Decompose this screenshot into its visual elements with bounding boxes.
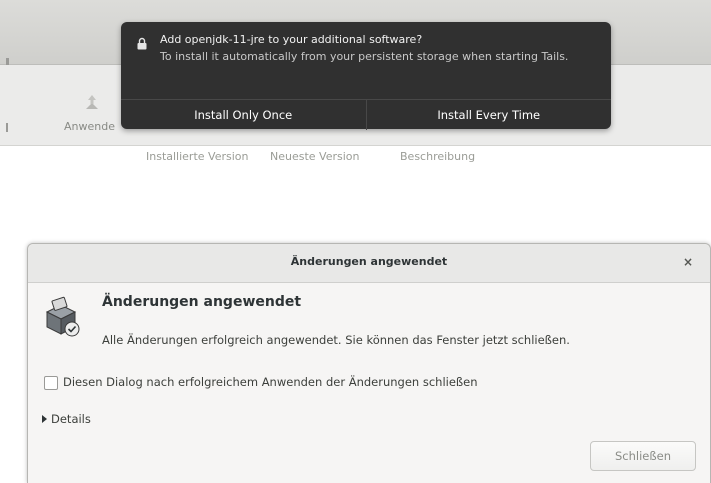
details-label[interactable]: Details [51, 412, 91, 426]
notification-body: To install it automatically from your pe… [160, 50, 569, 63]
close-after-apply-checkbox[interactable] [44, 376, 58, 390]
package-list-column-headers: Installierte Version Neueste Version Bes… [0, 146, 711, 170]
toolbar-edge-mark [6, 123, 8, 132]
close-dialog-button[interactable]: Schließen [590, 441, 696, 471]
software-package-icon [41, 296, 81, 338]
install-every-time-button[interactable]: Install Every Time [365, 100, 612, 130]
expander-arrow-icon [42, 415, 47, 423]
column-header-latest-version[interactable]: Neueste Version [270, 150, 360, 163]
close-icon[interactable]: × [680, 254, 696, 270]
dialog-titlebar: Änderungen angewendet × [28, 244, 710, 283]
apply-changes-icon [83, 93, 101, 111]
notification-actions: Install Only Once Install Every Time [121, 99, 611, 130]
column-header-description[interactable]: Beschreibung [400, 150, 475, 163]
dialog-window-title: Änderungen angewendet [290, 255, 448, 268]
column-header-installed-version[interactable]: Installierte Version [146, 150, 249, 163]
dialog-heading: Änderungen angewendet [102, 294, 302, 310]
changes-applied-dialog: Änderungen angewendet × Änderungen angew… [27, 243, 711, 483]
lock-icon [137, 35, 147, 50]
notification-title: Add openjdk-11-jre to your additional so… [160, 33, 423, 46]
additional-software-notification: Add openjdk-11-jre to your additional so… [121, 22, 611, 130]
close-after-apply-label[interactable]: Diesen Dialog nach erfolgreichem Anwende… [63, 375, 478, 389]
apply-toolbar-label: Anwende [64, 120, 115, 133]
apply-toolbar-button[interactable]: Anwende [50, 87, 130, 141]
install-only-once-button[interactable]: Install Only Once [121, 100, 366, 130]
dialog-message: Alle Änderungen erfolgreich angewendet. … [102, 333, 570, 347]
